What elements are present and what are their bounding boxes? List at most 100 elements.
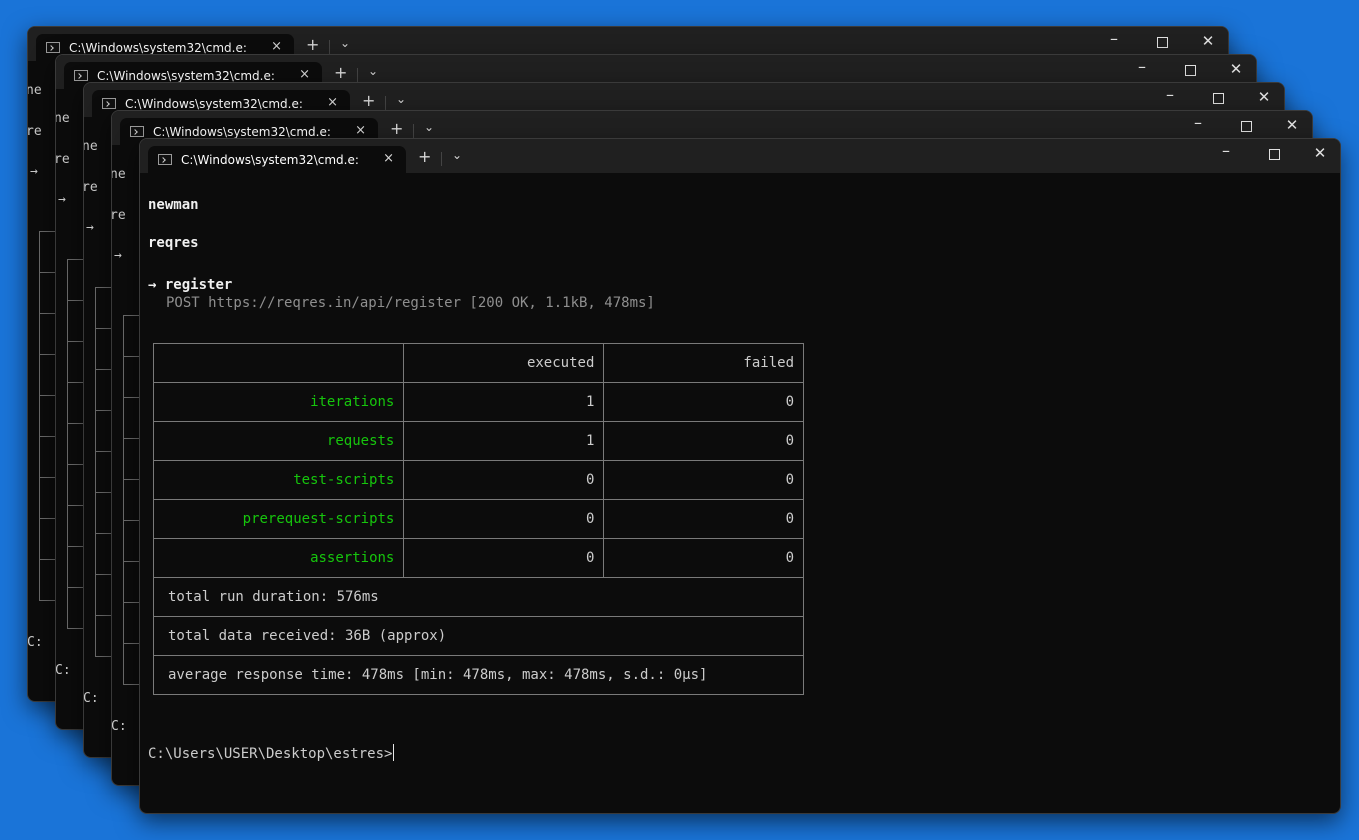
metric-name: prerequest-scripts: [152, 499, 405, 539]
background-text-prompt: C:: [111, 719, 127, 734]
new-tab-button[interactable]: +: [362, 91, 375, 110]
close-button[interactable]: ✕: [1254, 88, 1274, 106]
tab-separator: [441, 152, 442, 166]
background-text-newman: ne: [111, 167, 126, 182]
chevron-down-icon[interactable]: ⌄: [452, 148, 462, 162]
tab-close-button[interactable]: ×: [271, 39, 282, 54]
background-text-reqres: re: [27, 124, 42, 139]
metric-name: test-scripts: [152, 460, 405, 500]
maximize-button[interactable]: [1152, 32, 1172, 52]
table-row: average response time: 478ms [min: 478ms…: [153, 655, 804, 695]
arrow-icon: →: [114, 248, 122, 263]
arrow-icon: →: [86, 220, 94, 235]
close-button[interactable]: ✕: [1198, 32, 1218, 50]
tab-separator: [413, 124, 414, 138]
table-header-row: executed failed: [152, 343, 804, 383]
folder-name: reqres: [148, 235, 199, 251]
chevron-down-icon[interactable]: ⌄: [340, 36, 350, 50]
tab-close-button[interactable]: ×: [383, 151, 394, 166]
header-cell: executed: [403, 343, 605, 383]
tab-separator: [357, 68, 358, 82]
background-text-newman: ne: [55, 111, 70, 126]
terminal-icon: [46, 42, 60, 53]
header-cell: [152, 343, 405, 383]
tab-separator: [385, 96, 386, 110]
chevron-down-icon[interactable]: ⌄: [396, 92, 406, 106]
command-prompt[interactable]: C:\Users\USER\Desktop\estres>: [148, 744, 395, 762]
table-row: requests 1 0: [152, 421, 804, 461]
tab-title: C:\Windows\system32\cmd.e:: [125, 96, 303, 111]
metric-name: assertions: [152, 538, 405, 578]
chevron-down-icon[interactable]: ⌄: [424, 120, 434, 134]
summary-average-response-time: average response time: 478ms [min: 478ms…: [153, 655, 804, 695]
request-detail: POST https://reqres.in/api/register [200…: [166, 295, 655, 311]
table-row: test-scripts 0 0: [152, 460, 804, 500]
minimize-button[interactable]: –: [1132, 57, 1152, 76]
arrow-icon: →: [58, 192, 66, 207]
terminal-icon: [130, 126, 144, 137]
arrow-icon: →: [30, 164, 38, 179]
summary-total-data-received: total data received: 36B (approx): [153, 616, 804, 656]
table-row: total data received: 36B (approx): [153, 616, 804, 656]
close-button[interactable]: ✕: [1310, 144, 1330, 162]
maximize-button[interactable]: [1180, 60, 1200, 80]
tab-close-button[interactable]: ×: [327, 95, 338, 110]
metric-name: requests: [152, 421, 405, 461]
background-text-newman: ne: [83, 139, 98, 154]
maximize-icon: [1268, 149, 1280, 160]
failed-count: 0: [603, 460, 804, 500]
minimize-button[interactable]: –: [1188, 113, 1208, 132]
tab-close-button[interactable]: ×: [299, 67, 310, 82]
collection-header: newman: [148, 197, 199, 213]
executed-count: 1: [403, 382, 605, 422]
tab-title: C:\Windows\system32\cmd.e:: [153, 124, 331, 139]
table-row: prerequest-scripts 0 0: [152, 499, 804, 539]
chevron-down-icon[interactable]: ⌄: [368, 64, 378, 78]
terminal-output[interactable]: newman reqres → register POST https://re…: [140, 173, 1340, 813]
prompt-text: C:\Users\USER\Desktop\estres>: [148, 746, 393, 762]
terminal-window[interactable]: C:\Windows\system32\cmd.e: × + ⌄ – ✕ new…: [139, 138, 1341, 814]
tab-title: C:\Windows\system32\cmd.e:: [181, 152, 359, 167]
tab-title: C:\Windows\system32\cmd.e:: [69, 40, 247, 55]
close-button[interactable]: ✕: [1226, 60, 1246, 78]
minimize-button[interactable]: –: [1216, 141, 1236, 160]
maximize-icon: [1240, 121, 1252, 132]
background-text-prompt: C:: [55, 663, 71, 678]
failed-count: 0: [603, 382, 804, 422]
tab-separator: [329, 40, 330, 54]
failed-count: 0: [603, 538, 804, 578]
new-tab-button[interactable]: +: [334, 63, 347, 82]
background-text-prompt: C:: [83, 691, 99, 706]
text-cursor: [393, 744, 395, 761]
terminal-icon: [102, 98, 116, 109]
failed-count: 0: [603, 421, 804, 461]
executed-count: 0: [403, 538, 605, 578]
tab-close-button[interactable]: ×: [355, 123, 366, 138]
maximize-button[interactable]: [1264, 144, 1284, 164]
maximize-icon: [1184, 65, 1196, 76]
minimize-button[interactable]: –: [1104, 29, 1124, 48]
failed-count: 0: [603, 499, 804, 539]
request-name: register: [164, 277, 233, 293]
maximize-button[interactable]: [1236, 116, 1256, 136]
arrow-icon: →: [148, 277, 157, 293]
table-row: assertions 0 0: [152, 538, 804, 578]
executed-count: 0: [403, 499, 605, 539]
table-row: total run duration: 576ms: [153, 577, 804, 617]
title-bar[interactable]: C:\Windows\system32\cmd.e: × + ⌄ – ✕: [140, 139, 1340, 173]
new-tab-button[interactable]: +: [418, 147, 431, 166]
tab-title: C:\Windows\system32\cmd.e:: [97, 68, 275, 83]
close-button[interactable]: ✕: [1282, 116, 1302, 134]
summary-table: executed failed iterations 1 0 requests 1 0 test…: [152, 343, 804, 695]
request-line: → register: [148, 277, 232, 293]
new-tab-button[interactable]: +: [390, 119, 403, 138]
tab-cmd[interactable]: C:\Windows\system32\cmd.e: ×: [148, 146, 406, 173]
new-tab-button[interactable]: +: [306, 35, 319, 54]
maximize-button[interactable]: [1208, 88, 1228, 108]
background-text-reqres: re: [55, 152, 70, 167]
minimize-button[interactable]: –: [1160, 85, 1180, 104]
executed-count: 1: [403, 421, 605, 461]
background-text-reqres: re: [83, 180, 98, 195]
executed-count: 0: [403, 460, 605, 500]
metric-name: iterations: [152, 382, 405, 422]
